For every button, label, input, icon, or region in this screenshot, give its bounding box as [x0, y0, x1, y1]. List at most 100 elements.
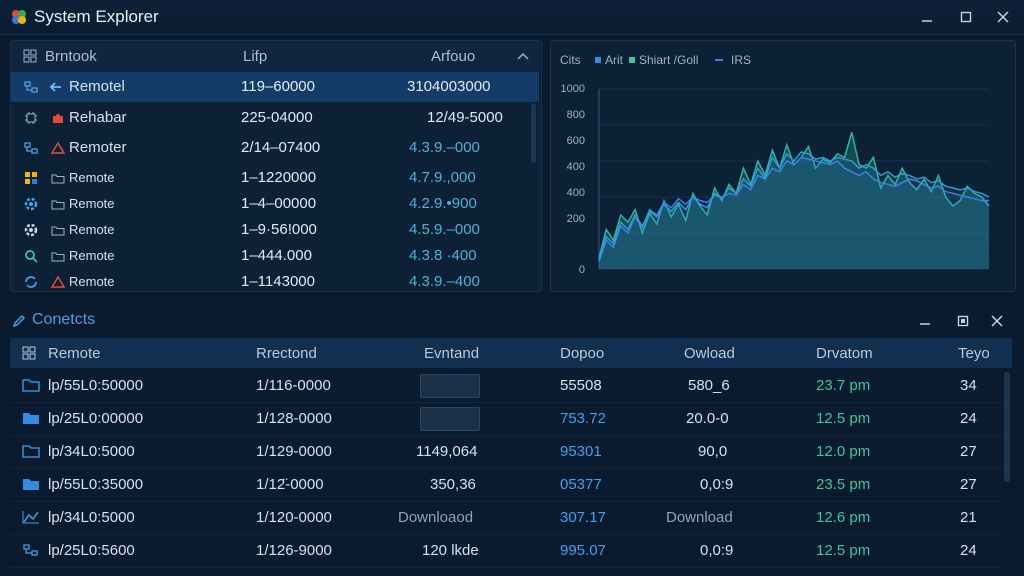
y-tick-label: 0: [578, 264, 585, 276]
app-logo-icon: [12, 10, 26, 24]
cell-dopoo: 95301: [560, 443, 602, 460]
row-life: 119–60000: [241, 78, 315, 95]
section-close-button[interactable]: [986, 310, 1008, 332]
section-minimize-button[interactable]: [914, 310, 936, 332]
chart-legend-item: Arit: [605, 53, 623, 67]
row-arfouo: 4.3.8 ·400: [409, 247, 477, 264]
cell-rrectond: 1/126-9000: [256, 542, 332, 559]
cell-teyo: 27: [960, 476, 977, 493]
section-title: Conetcts: [32, 311, 96, 328]
maximize-button[interactable]: [955, 6, 977, 28]
table-row[interactable]: Rehabar 225-04000 12/49-5000: [11, 103, 539, 133]
title-bar: System Explorer: [0, 0, 1024, 35]
chart-legend-label: Cits: [560, 53, 581, 67]
cell-teyo: 27: [960, 443, 977, 460]
column-header-life[interactable]: Lifp: [243, 48, 267, 65]
cell-dopoo: 753.72: [560, 410, 606, 427]
chart-panel: Cits Arit Shiart /Goll IRS 1000 800 600 …: [550, 40, 1016, 292]
column-header-dopoo[interactable]: Dopoo: [560, 345, 604, 362]
column-header-remote[interactable]: Remote: [48, 345, 101, 362]
row-arfouo: 4.3.9.–400: [409, 273, 480, 290]
row-life: 1–9·56!000: [241, 221, 317, 238]
cell-rrectond: 1/116-0000: [256, 377, 331, 394]
column-header-owload[interactable]: Owload: [684, 345, 735, 362]
search-icon: [25, 250, 38, 263]
row-arfouo: 12/49-5000: [427, 109, 503, 126]
close-button[interactable]: [992, 6, 1014, 28]
table-row[interactable]: lp/55L0:50000 1/116-0000 55508 580_6 23.…: [10, 369, 1002, 403]
chart-legend-item: IRS: [731, 53, 752, 67]
row-arfouo: 4.7.9.,000: [409, 169, 476, 186]
tiles-icon: [25, 172, 37, 184]
app-title: System Explorer: [34, 7, 159, 26]
row-name: Rehabar: [69, 109, 127, 126]
cell-teyo: 21: [960, 509, 977, 526]
column-header-evntand[interactable]: Evntand: [424, 345, 479, 362]
minimize-button[interactable]: [916, 6, 938, 28]
chevron-up-icon[interactable]: [517, 51, 529, 61]
row-life: 225-04000: [241, 109, 313, 126]
section-restore-button[interactable]: [952, 310, 974, 332]
cell-rrectond: 1/12̈-0000: [256, 476, 324, 493]
row-life: 2/14–07400: [241, 139, 321, 156]
row-life: 1–1220000: [241, 169, 317, 186]
y-tick-label: 800: [566, 109, 585, 121]
scrollbar[interactable]: [1004, 372, 1010, 482]
column-header-drvatom[interactable]: Drvatom: [816, 345, 873, 362]
column-header-teyo[interactable]: Teyo: [958, 345, 990, 362]
cell-remote: lp/34L0:5000: [48, 443, 135, 460]
cell-owload: Download: [666, 509, 733, 526]
table-row[interactable]: lp/34L0:5000 1/120-0000 Downloaod 307.17…: [10, 501, 1002, 535]
row-name: Remote: [69, 196, 115, 211]
table-row[interactable]: Remote 1–444.000 4.3.8 ·400: [11, 243, 539, 269]
row-life: 1–1143000: [241, 273, 315, 290]
table-row[interactable]: Remotel 119–60000 3104003000: [11, 72, 539, 102]
cell-evntand: 1149,064: [416, 443, 478, 460]
folder-icon: [51, 252, 65, 262]
table-row[interactable]: lp/25L0:5600 1/126-9000 120 lkde 995.07 …: [10, 534, 1002, 568]
legend-swatch: [629, 57, 635, 63]
sparkline-thumbnail: [420, 374, 480, 398]
chip-icon: [25, 112, 37, 124]
folder-icon: [22, 445, 40, 458]
gear-icon: [24, 197, 38, 211]
table-header: Brntook Lifp Arfouo: [11, 41, 539, 71]
warning-icon: [51, 141, 65, 154]
cell-rrectond: 1/129-0000: [256, 443, 332, 460]
table-row[interactable]: Remoter 2/14–07400 4.3.9.–000: [11, 133, 539, 163]
cell-rrectond: 1/120-0000: [256, 509, 332, 526]
cell-evntand: 120 lkde: [422, 542, 479, 559]
table-row[interactable]: lp/55L0:35000 1/12̈-0000 350,36 05377 0,…: [10, 468, 1002, 502]
cell-drvatom: 12.6 pm: [816, 509, 871, 526]
column-header-rrectond[interactable]: Rrectond: [256, 345, 317, 362]
arrow-left-icon: [49, 82, 61, 92]
cell-dopoo: 05377: [560, 476, 602, 493]
table-row[interactable]: Remote 1–1220000 4.7.9.,000: [11, 165, 539, 191]
cell-remote: lp/25L0:5600: [48, 542, 135, 559]
column-header-name[interactable]: Brntook: [45, 48, 97, 65]
y-tick-label: 1000: [560, 83, 585, 95]
minimize-icon: [922, 20, 932, 22]
table-row[interactable]: lp/25L0:00000 1/128-0000 753.72 20.0-0 1…: [10, 402, 1002, 436]
cell-remote: lp/34L0:5000: [48, 509, 135, 526]
table-row[interactable]: Remote 1–1143000 4.3.9.–400: [11, 269, 539, 291]
folder-icon: [51, 174, 65, 184]
cell-remote: lp/55L0:50000: [48, 377, 144, 394]
table-header: Remote Rrectond Evntand Dopoo Owload Drv…: [10, 338, 1012, 368]
table-row[interactable]: Remote 1–4–00000 4.2.9.•900: [11, 191, 539, 217]
table-row[interactable]: lp/34L0:5000 1/129-0000 1149,064 95301 9…: [10, 435, 1002, 469]
series-area: [599, 152, 989, 269]
y-tick-label: 600: [566, 135, 585, 147]
row-name: Remote: [69, 222, 115, 237]
table-row[interactable]: Remote 1–9·56!000 4.5.9.–000: [11, 217, 539, 243]
chart-legend-item: Shiart /Goll: [639, 53, 699, 67]
cell-owload: 0,0:9: [700, 476, 734, 493]
cell-remote: lp/25L0:00000: [48, 410, 144, 427]
edit-icon: [12, 314, 26, 328]
row-arfouo: 4.3.9.–000: [409, 139, 480, 156]
column-header-arfouo[interactable]: Arfouo: [431, 48, 475, 65]
row-arfouo: 3104003000: [407, 78, 491, 95]
scrollbar[interactable]: [531, 103, 536, 163]
cell-owload: 90,0: [698, 443, 728, 460]
row-name: Remote: [69, 274, 115, 289]
